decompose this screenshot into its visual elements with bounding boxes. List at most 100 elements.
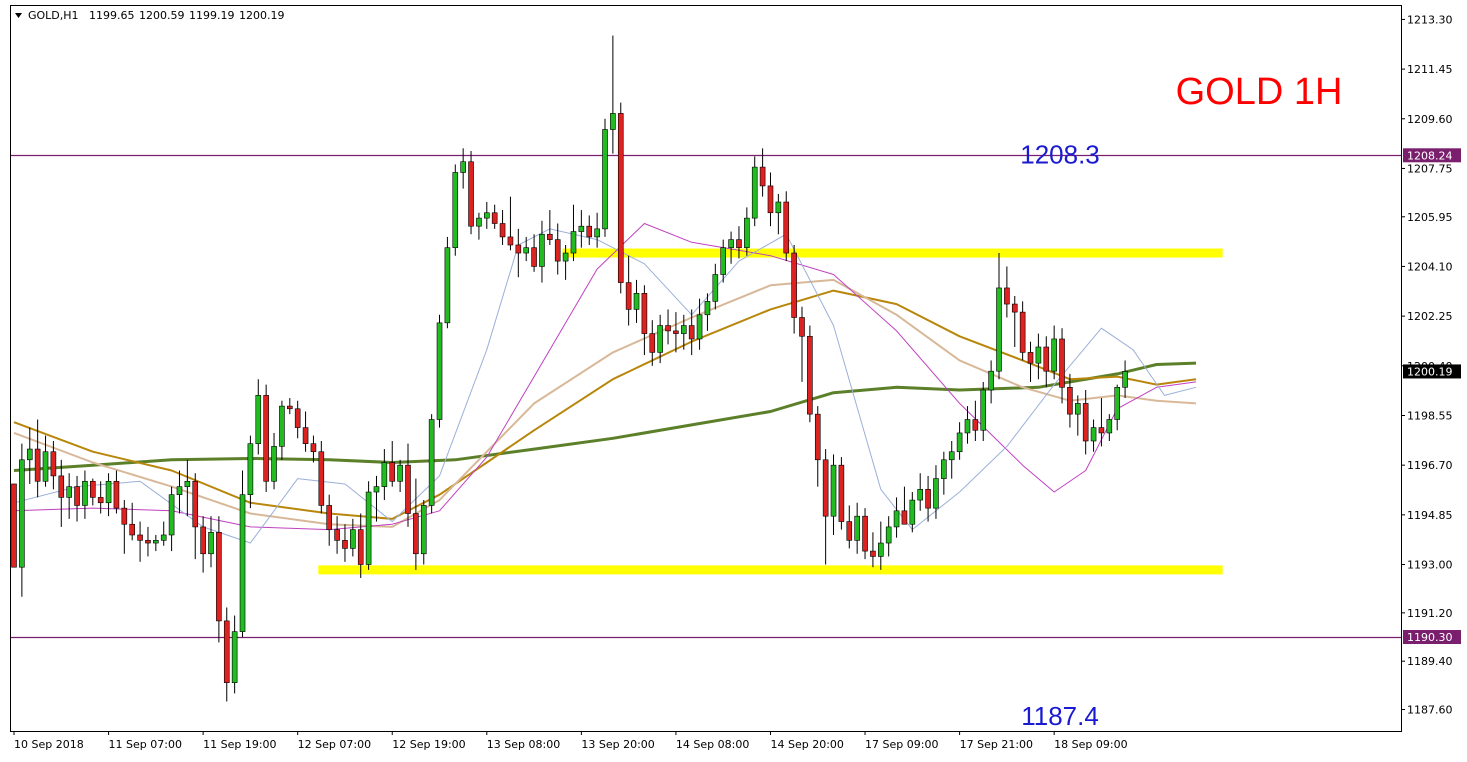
candle-body	[192, 480, 199, 528]
candle-body	[1098, 427, 1105, 434]
candle-body	[50, 451, 57, 477]
candle-body	[1004, 287, 1010, 305]
candle-body	[641, 293, 648, 334]
candle[interactable]	[807, 325, 813, 423]
candle-body	[751, 166, 758, 219]
candle-body	[223, 620, 230, 683]
candle-body	[216, 531, 222, 622]
candle-body	[870, 550, 876, 557]
candle-body	[799, 317, 805, 337]
candle-body	[1011, 303, 1018, 313]
candle-body	[531, 247, 537, 267]
candle-body	[649, 333, 656, 353]
candle-body	[113, 480, 120, 509]
candle-body	[909, 499, 916, 525]
open-value: 1199.65	[89, 9, 135, 22]
candle-body	[428, 419, 435, 506]
candle-body	[231, 631, 238, 683]
price-chart[interactable]: 1213.30 1211.45 1209.60 1207.75 1205.95 1204.…	[0, 0, 1467, 762]
y-tick-label: 1189.40	[1407, 655, 1453, 668]
x-tick-label: 17 Sep 09:00	[865, 738, 938, 751]
candle-body	[460, 161, 466, 173]
candle[interactable]	[751, 156, 758, 227]
candle-body	[633, 293, 640, 310]
candle-body	[42, 451, 49, 482]
candle[interactable]	[468, 151, 474, 235]
candle-body	[547, 233, 553, 240]
candle-body	[807, 335, 813, 415]
current-price-label: 1200.19	[1407, 365, 1453, 378]
candle-body	[775, 201, 782, 214]
candle[interactable]	[602, 118, 608, 237]
candle-body	[200, 526, 206, 555]
price-axis[interactable]: 1213.30 1211.45 1209.60 1207.75 1205.95 1204.…	[1401, 13, 1461, 717]
candle[interactable]	[318, 441, 325, 514]
candle-body	[988, 370, 994, 391]
candle[interactable]	[365, 481, 372, 570]
candle-body	[373, 486, 380, 493]
candle-body	[66, 486, 72, 498]
candle-body	[814, 413, 821, 461]
candle-body	[271, 446, 277, 482]
candle-body	[318, 451, 325, 506]
candle-body	[696, 314, 703, 340]
support-zone	[318, 565, 1223, 575]
candle-body	[413, 513, 419, 555]
candle-body	[1090, 427, 1097, 442]
price-annotation-1: 1208.3	[1020, 140, 1100, 170]
candle-body	[483, 212, 490, 219]
candle-body	[980, 389, 987, 431]
candle-body	[854, 515, 860, 541]
candle-body	[121, 507, 128, 525]
candle-body	[996, 287, 1002, 372]
x-tick-label: 11 Sep 07:00	[109, 738, 182, 751]
candle[interactable]	[617, 102, 624, 294]
candle[interactable]	[783, 191, 790, 262]
candle-body	[420, 505, 427, 555]
candle-body	[1114, 386, 1120, 420]
candle-body	[877, 542, 884, 557]
candle-body	[247, 443, 254, 496]
candle-body	[901, 510, 908, 525]
candle-body	[830, 464, 837, 517]
candle-body	[153, 540, 159, 544]
y-tick-label: 1204.10	[1407, 260, 1453, 273]
candle-body	[105, 480, 112, 504]
candle-body	[515, 244, 522, 254]
candle[interactable]	[838, 457, 845, 530]
candle-body	[507, 236, 514, 246]
y-tick-label: 1209.60	[1407, 113, 1453, 126]
candle-body	[239, 494, 246, 632]
y-tick-label: 1193.00	[1407, 559, 1453, 572]
candle[interactable]	[263, 384, 269, 493]
candle-body	[744, 217, 750, 248]
candle-body	[885, 526, 892, 544]
candle-body	[334, 529, 340, 541]
candle-body	[491, 212, 498, 224]
x-tick-label: 18 Sep 09:00	[1054, 738, 1127, 751]
high-value: 1200.59	[139, 9, 185, 22]
candle[interactable]	[452, 164, 459, 256]
candle[interactable]	[239, 470, 246, 638]
candle-body	[586, 225, 593, 238]
candle-body	[680, 325, 687, 334]
candle-body	[168, 494, 175, 536]
candle[interactable]	[428, 414, 435, 514]
candle-body	[302, 427, 309, 444]
candle-body	[539, 233, 545, 267]
candle[interactable]	[11, 483, 17, 568]
candle-body	[562, 252, 569, 262]
candle[interactable]	[436, 314, 443, 428]
candle[interactable]	[444, 236, 451, 329]
level-price-badge-label: 1208.24	[1407, 149, 1453, 162]
candle-body	[625, 282, 632, 310]
candle-body	[1067, 386, 1073, 415]
candle-body	[97, 497, 104, 504]
header-info: GOLD,H1 1199.65 1200.59 1199.19 1200.19	[15, 9, 285, 22]
candle-body	[184, 480, 191, 487]
candle-body	[933, 478, 939, 509]
candle-body	[610, 113, 616, 130]
chart-background	[0, 0, 1467, 762]
candle-body	[160, 534, 167, 541]
candle-body	[554, 239, 561, 262]
